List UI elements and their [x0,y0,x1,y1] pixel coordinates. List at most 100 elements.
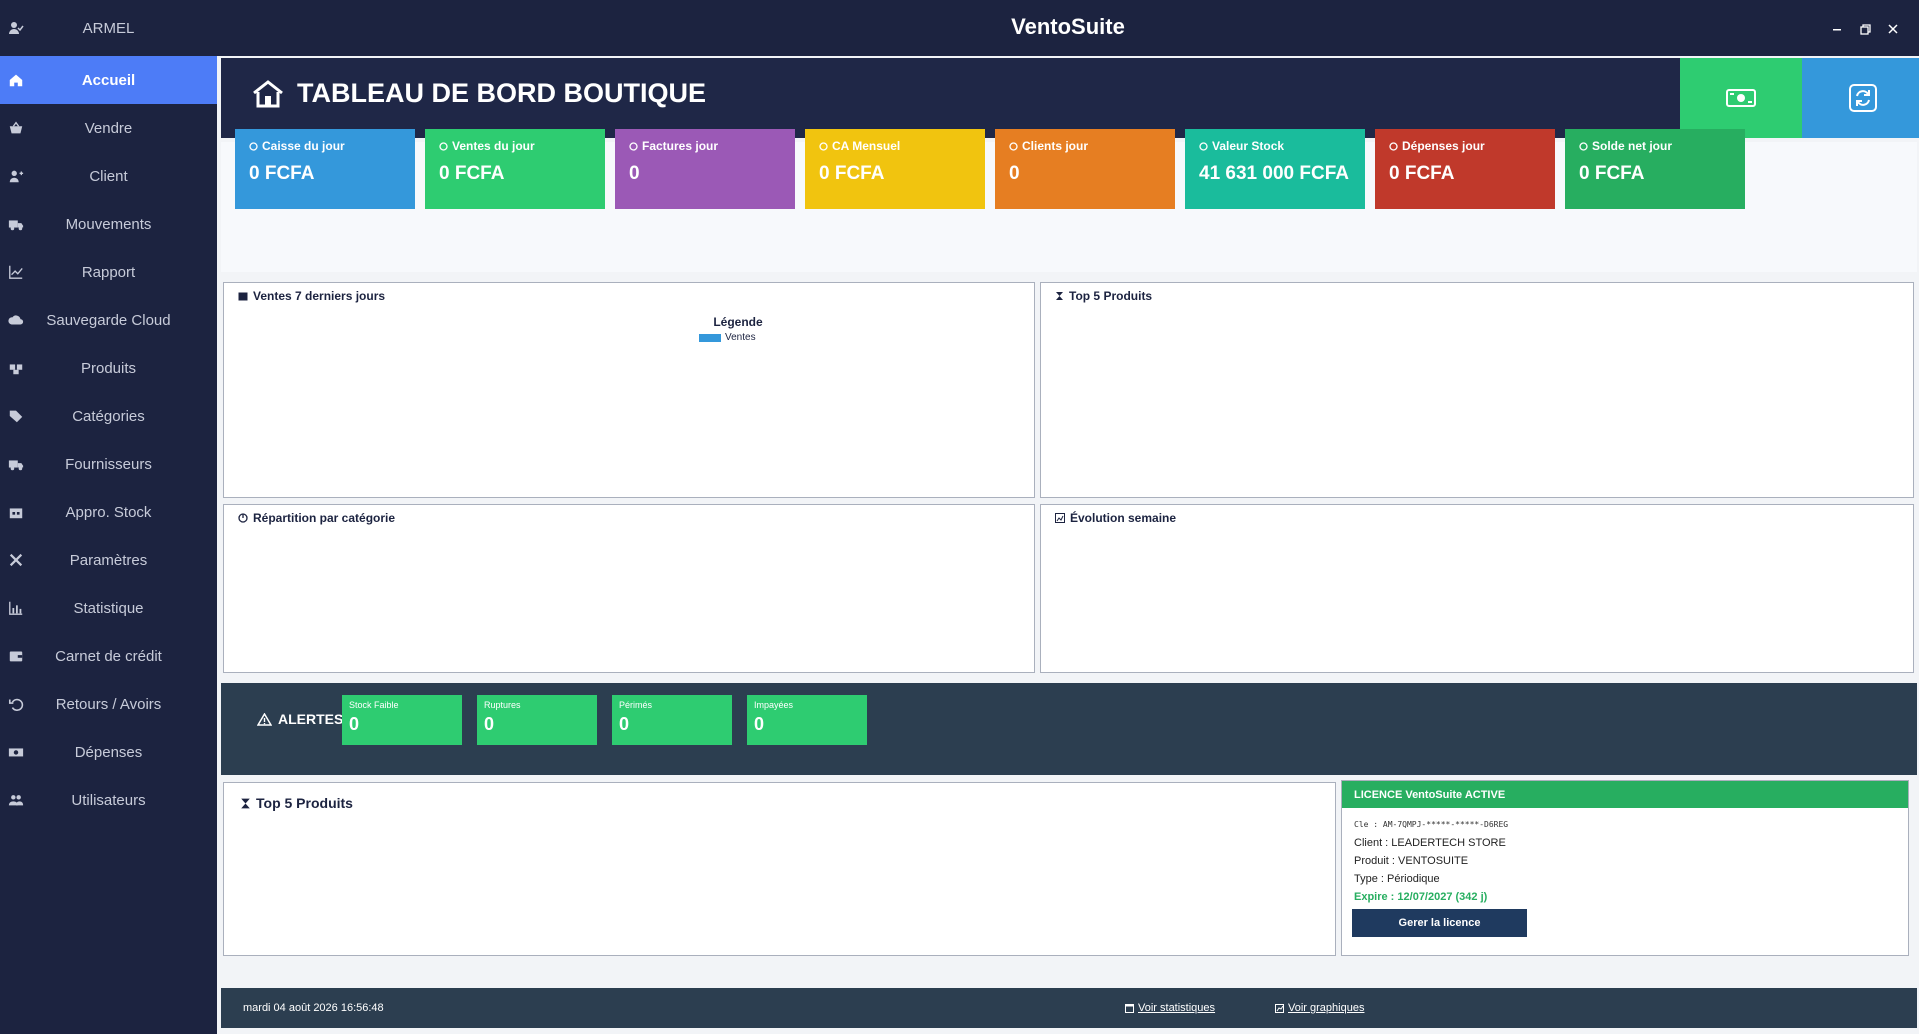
manage-license-button[interactable]: Gerer la licence [1352,909,1527,937]
panel-title: Évolution semaine [1055,511,1176,525]
user-icon [1009,141,1018,151]
top5-products-panel: Top 5 Produits [1040,282,1914,498]
home-icon [7,71,25,89]
legend-series-name: Ventes [725,332,756,343]
sidebar-item-label: Client [89,167,128,185]
titlebar: VentoSuite [217,0,1919,56]
users-icon [7,791,25,809]
sidebar-item-label: Utilisateurs [71,791,146,809]
store-home-icon [253,79,283,107]
kpi-value: 0 FCFA [819,163,885,184]
alert-card[interactable]: Ruptures 0 [477,695,597,745]
minimize-icon [1833,29,1841,31]
panel-title: Ventes 7 derniers jours [238,289,385,303]
chart-legend: Légende Ventes [699,315,768,343]
hourglass-icon [1056,292,1063,300]
sidebar-item-carnet-de-crédit[interactable]: Carnet de crédit [0,632,217,680]
sidebar-item-label: Carnet de crédit [55,647,162,665]
sidebar-item-label: Vendre [84,119,133,137]
kpi-card: Valeur Stock 41 631 000 FCFA [1185,129,1365,209]
sidebar-item-label: Catégories [72,407,145,425]
page-title-text: TABLEAU DE BORD BOUTIQUE [297,78,706,108]
sidebar-item-client[interactable]: Client [0,152,217,200]
sidebar-item-rapport[interactable]: Rapport [0,248,217,296]
sidebar-item-fournisseurs[interactable]: Fournisseurs [0,440,217,488]
sidebar-item-utilisateurs[interactable]: Utilisateurs [0,776,217,824]
kpi-card: Solde net jour 0 FCFA [1565,129,1745,209]
license-key: Cle : AM-7QMPJ-*****-*****-D6REG [1354,820,1509,829]
refresh-button[interactable] [1802,58,1919,138]
money-bill-icon [1726,89,1756,107]
sidebar-item-label: Statistique [73,599,144,617]
panel-title: Top 5 Produits [1055,289,1152,303]
sidebar-item-label: Accueil [81,71,136,89]
alerts-band: ALERTES Stock Faible 0 Ruptures 0 Périmés 0 Im… [221,683,1917,775]
alert-card[interactable]: Stock Faible 0 [342,695,462,745]
sidebar-item-vendre[interactable]: Vendre [0,104,217,152]
kpi-value: 0 FCFA [439,163,505,184]
wallet-icon [7,647,25,665]
panel-title: Top 5 Produits [240,795,353,811]
sidebar-item-retours-avoirs[interactable]: Retours / Avoirs [0,680,217,728]
tags-icon [7,407,25,425]
truck-icon [7,215,25,233]
footer: mardi 04 août 2026 16:56:48 Voir statist… [221,988,1917,1028]
minimize-button[interactable] [1825,18,1849,40]
stock-icon [1199,141,1208,151]
alerts-title: ALERTES [257,711,343,727]
sidebar-item-label: Paramètres [69,551,148,569]
panel-title: Répartition par catégorie [238,511,395,525]
kpi-label: CA Mensuel [819,139,971,153]
kpi-label: Factures jour [629,139,781,153]
alert-value: 0 [484,714,495,734]
sidebar-item-label: Sauvegarde Cloud [46,311,171,329]
sidebar-item-label: Dépenses [74,743,143,761]
alert-card[interactable]: Impayées 0 [747,695,867,745]
alert-card[interactable]: Périmés 0 [612,695,732,745]
sidebar-item-statistique[interactable]: Statistique [0,584,217,632]
kpi-card: Dépenses jour 0 FCFA [1375,129,1555,209]
warning-icon [257,712,272,726]
boxes-icon [7,359,25,377]
calendar-icon [819,141,828,151]
sidebar-item-appro-stock[interactable]: Appro. Stock [0,488,217,536]
sidebar-item-accueil[interactable]: Accueil [0,56,217,104]
kpi-value: 0 [629,163,640,184]
line-chart-icon [7,263,25,281]
invoice-icon [629,141,638,151]
kpi-label: Clients jour [1009,139,1161,153]
truck-icon [7,455,25,473]
sidebar-item-catégories[interactable]: Catégories [0,392,217,440]
cash-button[interactable] [1680,58,1802,138]
kpi-value: 0 [1009,163,1020,184]
footer-datetime: mardi 04 août 2026 16:56:48 [243,1002,384,1014]
close-button[interactable] [1881,18,1905,40]
kpi-card: CA Mensuel 0 FCFA [805,129,985,209]
warehouse-icon [7,503,25,521]
undo-icon [7,695,25,713]
sidebar-item-paramètres[interactable]: Paramètres [0,536,217,584]
kpi-card: Factures jour 0 [615,129,795,209]
view-statistics-link[interactable]: Voir statistiques [1125,1002,1215,1014]
close-icon [1888,24,1898,34]
kpi-value: 0 FCFA [1389,163,1455,184]
sidebar-item-dépenses[interactable]: Dépenses [0,728,217,776]
balance-icon [1579,141,1588,151]
view-graphs-link[interactable]: Voir graphiques [1275,1002,1364,1014]
kpi-label: Caisse du jour [249,139,401,153]
calendar-icon [1125,1003,1134,1013]
sidebar-item-sauvegarde-cloud[interactable]: Sauvegarde Cloud [0,296,217,344]
legend-swatch [699,333,721,342]
sidebar: ARMEL Accueil Vendre Client Mouvements Rappo… [0,0,217,1034]
sidebar-item-produits[interactable]: Produits [0,344,217,392]
license-expire: Expire : 12/07/2027 (342 j) [1354,891,1488,903]
sidebar-item-mouvements[interactable]: Mouvements [0,200,217,248]
user-plus-icon [7,167,25,185]
sidebar-item-label: Appro. Stock [65,503,152,521]
sidebar-item-label: Retours / Avoirs [55,695,162,713]
alert-label: Périmés [619,700,653,710]
alert-label: Ruptures [484,700,521,710]
main-area: TABLEAU DE BORD BOUTIQUE Caisse du jour 0… [217,56,1919,1034]
restore-button[interactable] [1853,18,1877,40]
basket-icon [7,119,25,137]
